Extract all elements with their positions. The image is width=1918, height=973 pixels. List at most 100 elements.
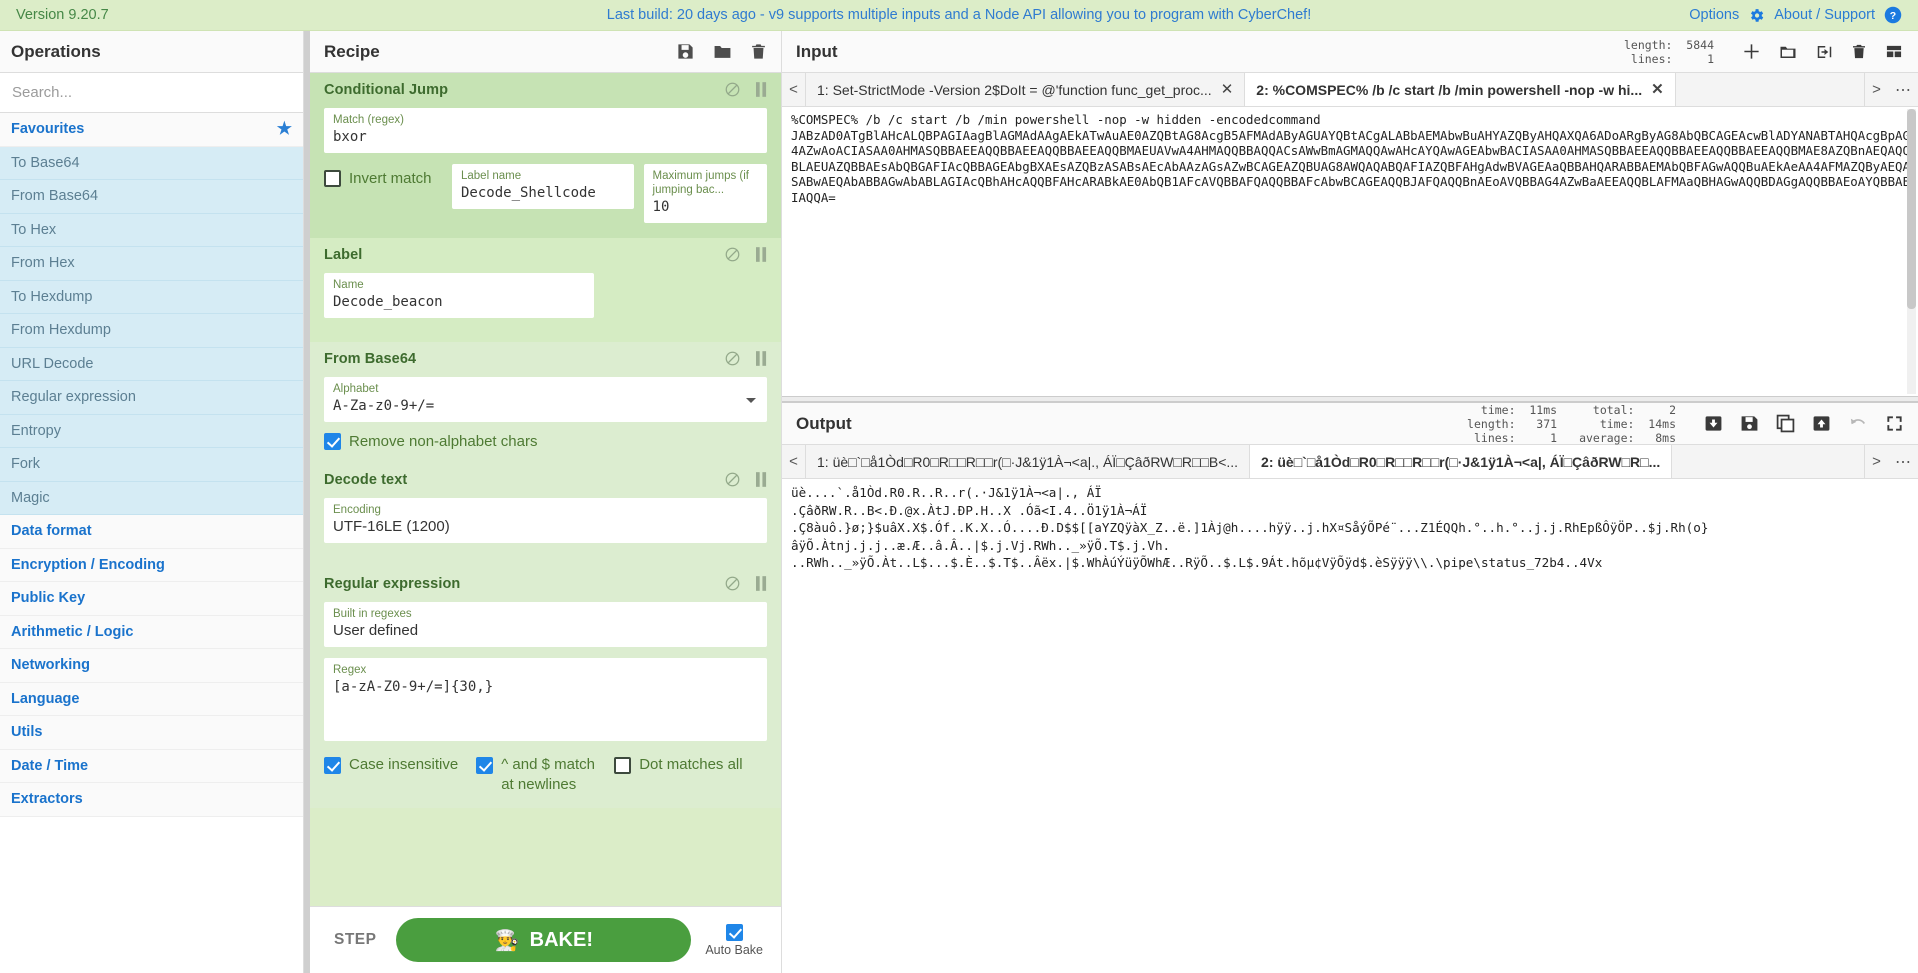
regex-option-checkbox[interactable] (614, 757, 632, 774)
input-tab[interactable]: 2: %COMSPEC% /b /c start /b /min powersh… (1245, 73, 1676, 106)
recipe-operation[interactable]: Conditional Jump Match (regex) bxor Invert … (310, 73, 781, 238)
output-tab[interactable]: 1: üè□`□å1Òd□R0□R□□R□□r(□·J&1ÿ1À¬<a|., Á… (806, 445, 1251, 478)
search-input[interactable] (0, 73, 303, 113)
breakpoint-pause-icon[interactable] (756, 82, 767, 97)
multiple-inputs-link[interactable]: multiple inputs (848, 7, 941, 23)
regex-option-checkbox-row[interactable]: ^ and $ match at newlines (476, 755, 596, 795)
recipe-field[interactable]: Name Decode_beacon (324, 273, 594, 318)
star-icon[interactable]: ★ (277, 119, 292, 139)
output-tab[interactable]: 2: üè□`□å1Òd□R0□R□□R□□r(□·J&1ÿ1À¬<a|, ÁÏ… (1250, 445, 1673, 478)
category-header[interactable]: Encryption / Encoding (0, 548, 303, 582)
gear-icon[interactable] (1748, 7, 1765, 24)
maximise-icon[interactable] (1885, 414, 1904, 433)
field-value[interactable]: Decode_beacon (333, 292, 585, 312)
disable-circle-slash-icon[interactable] (725, 351, 740, 366)
recipe-field[interactable]: Encoding UTF-16LE (1200) (324, 498, 767, 543)
auto-bake-checkbox[interactable] (725, 923, 743, 941)
add-tab-icon[interactable] (1742, 42, 1761, 61)
replace-input-icon[interactable] (1812, 414, 1831, 433)
breakpoint-pause-icon[interactable] (756, 576, 767, 591)
save-to-file-icon[interactable] (1704, 414, 1723, 433)
question-circle-icon[interactable]: ? (1884, 6, 1902, 24)
field-value[interactable]: Decode_Shellcode (461, 183, 625, 203)
clear-io-icon[interactable] (1851, 42, 1867, 61)
field-value[interactable]: bxor (333, 127, 758, 147)
chevron-down-icon[interactable] (746, 397, 756, 403)
copy-icon[interactable] (1776, 414, 1795, 433)
operation-item[interactable]: To Base64 (0, 146, 303, 180)
operation-item[interactable]: To Hexdump (0, 280, 303, 314)
recipe-operation[interactable]: Label Name Decode_beacon (310, 238, 781, 342)
bake-button[interactable]: 👨‍🍳 BAKE! (396, 918, 692, 962)
breakpoint-pause-icon[interactable] (756, 351, 767, 366)
field-value[interactable]: 10 (653, 197, 758, 217)
category-header[interactable]: Extractors (0, 783, 303, 817)
operation-item[interactable]: Regular expression (0, 381, 303, 415)
field-value[interactable]: A-Za-z0-9+/= (333, 396, 758, 416)
input-scrollbar[interactable] (1907, 109, 1916, 394)
disable-circle-slash-icon[interactable] (725, 576, 740, 591)
field-value[interactable]: [a-zA-Z0-9+/=]{30,} (333, 677, 758, 735)
regex-option-checkbox[interactable] (476, 757, 494, 774)
operation-item[interactable]: From Hex (0, 247, 303, 281)
disable-circle-slash-icon[interactable] (725, 472, 740, 487)
category-header[interactable]: Arithmetic / Logic (0, 615, 303, 649)
input-next-tab-arrow[interactable]: > (1864, 73, 1888, 106)
disable-circle-slash-icon[interactable] (725, 247, 740, 262)
category-header[interactable]: Data format (0, 515, 303, 549)
invert-match-checkbox[interactable] (324, 170, 341, 187)
recipe-field[interactable]: Built in regexes User defined (324, 602, 767, 647)
close-x-icon[interactable]: ✕ (1221, 82, 1234, 97)
operation-item[interactable]: Magic (0, 481, 303, 515)
regex-option-checkbox-row[interactable]: Case insensitive (324, 755, 458, 775)
category-header[interactable]: Utils (0, 716, 303, 750)
reset-layout-icon[interactable] (1884, 43, 1904, 60)
build-age-link[interactable]: 20 days ago (677, 7, 756, 23)
input-tab[interactable]: 1: Set-StrictMode -Version 2$DoIt = @'fu… (806, 73, 1246, 106)
recipe-operation[interactable]: Regular expression Built in regexes User d… (310, 567, 781, 808)
open-file-as-input-icon[interactable] (1815, 43, 1834, 61)
recipe-field[interactable]: Regex [a-zA-Z0-9+/=]{30,} (324, 658, 767, 741)
save-icon[interactable] (676, 42, 695, 61)
recipe-operation[interactable]: From Base64 Alphabet A-Za-z0-9+/= Remove no… (310, 342, 781, 463)
field-value[interactable]: User defined (333, 621, 758, 641)
field-value[interactable]: UTF-16LE (1200) (333, 517, 758, 537)
recipe-field[interactable]: Label name Decode_Shellcode (452, 164, 634, 209)
breakpoint-pause-icon[interactable] (756, 472, 767, 487)
about-support-button[interactable]: About / Support (1774, 7, 1875, 23)
remove-non-alphabet-checkbox[interactable] (324, 433, 341, 450)
breakpoint-pause-icon[interactable] (756, 247, 767, 262)
operation-item[interactable]: From Hexdump (0, 314, 303, 348)
folder-icon[interactable] (712, 42, 733, 61)
ellipsis-icon[interactable]: ⋯ (1888, 73, 1918, 106)
save-all-icon[interactable] (1740, 414, 1759, 433)
operation-item[interactable]: From Base64 (0, 180, 303, 214)
category-header[interactable]: Networking (0, 649, 303, 683)
category-header[interactable]: Language (0, 682, 303, 716)
ellipsis-icon[interactable]: ⋯ (1888, 445, 1918, 478)
operation-item[interactable]: Entropy (0, 414, 303, 448)
operation-item[interactable]: Fork (0, 448, 303, 482)
trash-icon[interactable] (750, 42, 767, 61)
category-header[interactable]: Public Key (0, 582, 303, 616)
category-favourites[interactable]: Favourites ★ (0, 113, 303, 147)
recipe-field[interactable]: Maximum jumps (if jumping bac... 10 (643, 164, 767, 223)
close-x-icon[interactable]: ✕ (1651, 82, 1664, 97)
output-body[interactable]: üè....`.å1Òd.R0.R..R..r(.·J&1ÿ1À¬<a|., Á… (782, 479, 1918, 973)
invert-match-checkbox-row[interactable]: Invert match (324, 164, 442, 187)
operation-item[interactable]: To Hex (0, 213, 303, 247)
disable-circle-slash-icon[interactable] (725, 82, 740, 97)
open-folder-icon[interactable] (1778, 43, 1798, 61)
input-prev-tab-arrow[interactable]: < (782, 73, 806, 106)
regex-option-checkbox[interactable] (324, 757, 341, 774)
auto-bake-toggle[interactable]: Auto Bake (705, 923, 763, 957)
recipe-operation[interactable]: Decode text Encoding UTF-16LE (1200) (310, 463, 781, 567)
io-splitter[interactable] (782, 396, 1918, 402)
recipe-field[interactable]: Match (regex) bxor (324, 108, 767, 153)
output-next-tab-arrow[interactable]: > (1864, 445, 1888, 478)
step-button[interactable]: STEP (328, 930, 382, 950)
recipe-field[interactable]: Alphabet A-Za-z0-9+/= (324, 377, 767, 422)
remove-non-alphabet-checkbox-row[interactable]: Remove non-alphabet chars (324, 433, 767, 450)
category-header[interactable]: Date / Time (0, 749, 303, 783)
node-api-link[interactable]: Node API (985, 7, 1046, 23)
